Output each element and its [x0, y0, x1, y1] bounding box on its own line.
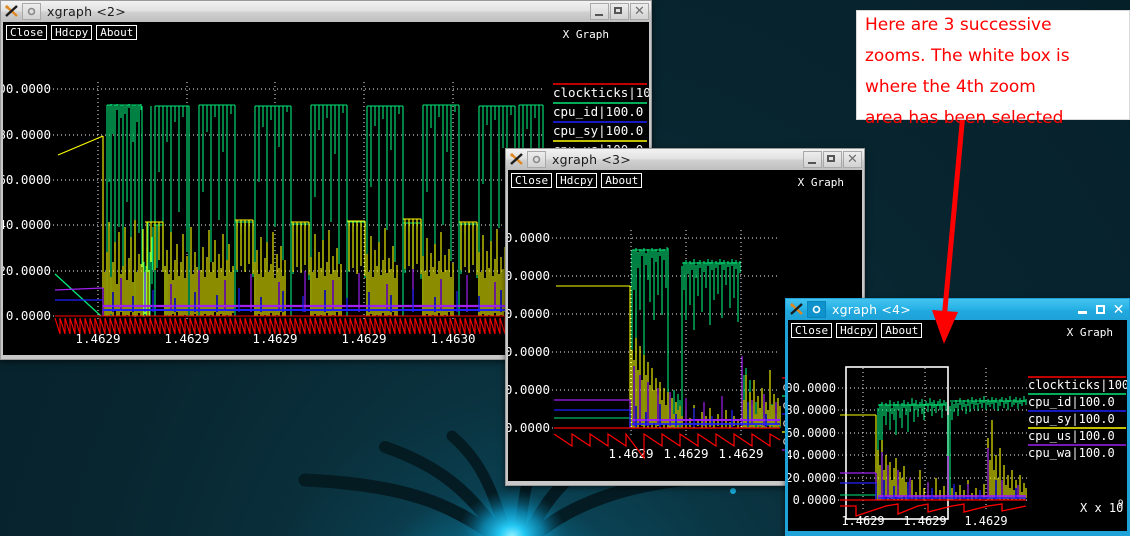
annotation-line-4: area has been selected — [865, 108, 1064, 128]
titlebar-xgraph-2[interactable]: xgraph <2> ✕ — [1, 1, 651, 22]
close-graph-button[interactable]: Close — [791, 323, 833, 338]
annotation-note: Here are 3 successive zooms. The white b… — [856, 10, 1130, 128]
xgraph-app-icon — [789, 302, 805, 317]
hdcpy-button[interactable]: Hdcpy — [836, 323, 878, 338]
svg-text:20.0000: 20.0000 — [508, 382, 550, 397]
svg-text:0.0000: 0.0000 — [793, 493, 836, 507]
svg-text:1.4630: 1.4630 — [430, 331, 475, 346]
svg-text:20.0000: 20.0000 — [3, 263, 51, 278]
xgraph-toolbar-4: Close Hdcpy About — [791, 323, 923, 338]
svg-text:cpu_wa|100.0: cpu_wa|100.0 — [1028, 446, 1115, 460]
legend-4: clockticks|100.0 cpu_id|100.0 cpu_sy|100… — [1028, 376, 1127, 460]
annotation-line-3: where the 4th zoom — [865, 77, 1036, 97]
svg-text:100.0000: 100.0000 — [508, 230, 550, 245]
svg-text:60.0000: 60.0000 — [3, 172, 51, 187]
graph-label: X Graph — [1066, 326, 1113, 339]
maximize-button[interactable] — [823, 151, 842, 168]
svg-text:60.0000: 60.0000 — [508, 306, 550, 321]
svg-text:cpu_us|100.0: cpu_us|100.0 — [1028, 429, 1115, 443]
svg-text:40.0000: 40.0000 — [3, 217, 51, 232]
xgraph-app-icon — [4, 4, 20, 19]
minimize-button[interactable] — [1074, 302, 1091, 317]
x-axis-multiplier: X x 10 — [1080, 501, 1123, 515]
svg-text:1.4629: 1.4629 — [841, 514, 884, 528]
svg-text:0.0000: 0.0000 — [508, 420, 550, 435]
svg-text:0.0000: 0.0000 — [6, 308, 51, 323]
svg-text:1.4629: 1.4629 — [718, 446, 763, 461]
maximize-button[interactable] — [610, 3, 629, 20]
svg-text:40.0000: 40.0000 — [788, 448, 836, 462]
svg-text:20.0000: 20.0000 — [788, 471, 836, 485]
close-graph-button[interactable]: Close — [511, 173, 553, 188]
window-title: xgraph <4> — [832, 302, 911, 317]
about-button[interactable]: About — [96, 25, 138, 40]
minimize-button[interactable] — [590, 3, 609, 20]
window-menu-button[interactable] — [22, 3, 41, 20]
svg-text:80.0000: 80.0000 — [788, 403, 836, 417]
close-graph-button[interactable]: Close — [6, 25, 48, 40]
plot-area-4: 100.0000 80.0000 60.0000 40.0000 20.0000… — [788, 366, 1127, 528]
close-button[interactable]: ✕ — [630, 3, 649, 20]
svg-text:1.4629: 1.4629 — [903, 514, 946, 528]
svg-text:100.0000: 100.0000 — [788, 381, 836, 395]
close-button[interactable]: ✕ — [843, 151, 862, 168]
graph-label: X Graph — [562, 28, 609, 41]
window-xgraph-4[interactable]: xgraph <4> ✕ Close Hdcpy About X Graph 0… — [785, 298, 1130, 536]
svg-text:cpu_sy|100.0: cpu_sy|100.0 — [553, 123, 643, 138]
window-menu-button[interactable] — [807, 301, 826, 318]
svg-text:1.4629: 1.4629 — [164, 331, 209, 346]
window-menu-button[interactable] — [527, 151, 546, 168]
svg-text:cpu_sy|100.0: cpu_sy|100.0 — [1028, 412, 1115, 426]
svg-text:1.4629: 1.4629 — [964, 514, 1007, 528]
xgraph-toolbar-2: Close Hdcpy About — [6, 25, 138, 40]
about-button[interactable]: About — [601, 173, 643, 188]
svg-text:clockticks|100.0: clockticks|100.0 — [1028, 378, 1127, 392]
svg-text:1.4629: 1.4629 — [75, 331, 120, 346]
svg-text:80.0000: 80.0000 — [3, 127, 51, 142]
svg-text:100.0000: 100.0000 — [3, 81, 51, 96]
titlebar-xgraph-3[interactable]: xgraph <3> ✕ — [506, 149, 864, 170]
x-axis-exponent: 9 — [1118, 499, 1123, 509]
svg-text:80.0000: 80.0000 — [508, 268, 550, 283]
svg-text:1.4629: 1.4629 — [663, 446, 708, 461]
svg-text:60.0000: 60.0000 — [788, 426, 836, 440]
annotation-line-2: zooms. The white box is — [865, 46, 1070, 66]
close-button[interactable]: ✕ — [1110, 302, 1127, 317]
minimize-button[interactable] — [803, 151, 822, 168]
svg-text:cpu_id|100.0: cpu_id|100.0 — [1028, 395, 1115, 409]
svg-text:clockticks|100.0: clockticks|100.0 — [553, 85, 649, 100]
svg-text:1.4629: 1.4629 — [608, 446, 653, 461]
svg-text:40.0000: 40.0000 — [508, 344, 550, 359]
window-title: xgraph <3> — [552, 152, 631, 167]
about-button[interactable]: About — [881, 323, 923, 338]
maximize-button[interactable] — [1092, 302, 1109, 317]
titlebar-xgraph-4[interactable]: xgraph <4> ✕ — [786, 299, 1129, 320]
window-title: xgraph <2> — [47, 4, 126, 19]
hdcpy-button[interactable]: Hdcpy — [556, 173, 598, 188]
annotation-line-1: Here are 3 successive — [865, 15, 1052, 35]
hdcpy-button[interactable]: Hdcpy — [51, 25, 93, 40]
xgraph-app-icon — [509, 152, 525, 167]
xgraph-canvas-4[interactable]: Close Hdcpy About X Graph 1 — [788, 320, 1127, 531]
graph-label: X Graph — [797, 176, 844, 189]
svg-text:cpu_id|100.0: cpu_id|100.0 — [553, 104, 643, 119]
xgraph-toolbar-3: Close Hdcpy About — [511, 173, 643, 188]
